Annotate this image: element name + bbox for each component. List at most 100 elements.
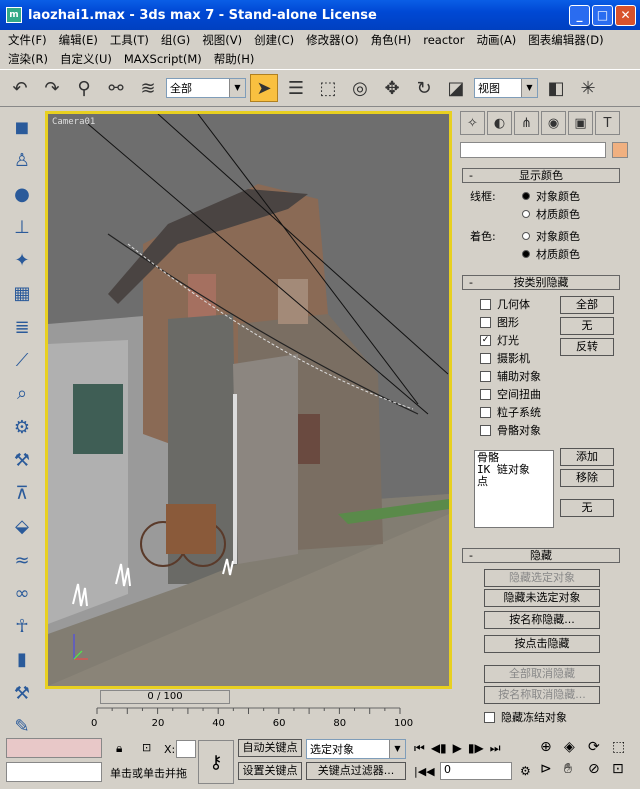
prev-frame-icon[interactable]: ◀▮ <box>431 741 447 756</box>
orbit-icon[interactable]: ⊘ <box>588 761 612 777</box>
hide-by-hit-button[interactable]: 按点击隐藏 <box>484 635 600 653</box>
menu-item[interactable]: 创建(C) <box>254 32 294 48</box>
goto-start-icon[interactable]: ⏮ <box>414 741 425 756</box>
menu-item[interactable]: 渲染(R) <box>8 51 48 67</box>
category-listbox[interactable]: 骨骼 IK 链对象点 <box>474 450 554 528</box>
shade-material-color-radio[interactable] <box>522 250 530 258</box>
stack-icon[interactable]: ≣ <box>8 314 36 341</box>
sphere-icon[interactable]: ● <box>8 181 36 208</box>
absolute-mode-icon[interactable]: ⊡ <box>142 741 151 754</box>
category-checkbox[interactable]: ✓ <box>480 334 491 346</box>
list-none-button[interactable]: 无 <box>560 499 614 517</box>
key-mode-icon[interactable]: |◀◀ <box>414 765 435 778</box>
hide-by-name-button[interactable]: 按名称隐藏... <box>484 611 600 629</box>
menu-item[interactable]: 编辑(E) <box>59 32 98 48</box>
rollout-header[interactable]: - 隐藏 <box>462 548 620 563</box>
select-object-icon[interactable]: ➤ <box>250 74 278 102</box>
hide-unselected-button[interactable]: 隐藏未选定对象 <box>484 589 600 607</box>
selection-filter-select[interactable]: 全部 ▼ <box>166 78 246 98</box>
hide-frozen-checkbox[interactable] <box>484 711 495 723</box>
current-frame-field[interactable]: 0 <box>440 762 512 780</box>
link-chain-icon[interactable]: ∞ <box>8 580 36 607</box>
shirt-icon[interactable]: ♙ <box>8 147 36 174</box>
track-bar[interactable]: 0 20 40 60 80 100 <box>45 706 457 736</box>
key-icon[interactable]: ⚷ <box>198 740 234 784</box>
wave-icon[interactable]: ≈ <box>8 546 36 573</box>
category-all-button[interactable]: 全部 <box>560 296 614 314</box>
close-button[interactable]: ✕ <box>615 5 636 26</box>
key-target-select[interactable]: 选定对象 ▼ <box>306 739 406 759</box>
menu-item[interactable]: MAXScript(M) <box>124 52 202 66</box>
field-of-view-icon[interactable]: ⊳ <box>540 761 564 777</box>
set-key-button[interactable]: 设置关键点 <box>238 762 302 780</box>
pan-icon[interactable]: ✋︎ <box>564 761 588 777</box>
wire-object-color-radio[interactable] <box>522 192 530 200</box>
category-checkbox[interactable] <box>480 424 491 436</box>
pivot-icon[interactable]: ◧ <box>542 74 570 102</box>
hide-selected-button[interactable]: 隐藏选定对象 <box>484 569 600 587</box>
phone-icon[interactable]: ▮ <box>8 646 36 673</box>
display-tab-icon[interactable]: ▣ <box>568 111 593 135</box>
auto-key-button[interactable]: 自动关键点 <box>238 739 302 757</box>
menu-item[interactable]: 视图(V) <box>202 32 242 48</box>
menu-item[interactable]: reactor <box>423 33 464 47</box>
category-checkbox[interactable] <box>480 316 491 328</box>
category-checkbox[interactable] <box>480 352 491 364</box>
hammer-icon[interactable]: ⚒ <box>8 680 36 707</box>
maximize-button[interactable]: □ <box>592 5 613 26</box>
maxscript-listener[interactable] <box>6 738 102 758</box>
x-coordinate-field[interactable] <box>176 740 196 758</box>
list-item[interactable]: 点 <box>477 476 551 488</box>
create-tab-icon[interactable]: ✧ <box>460 111 485 135</box>
checker-icon[interactable]: ▦ <box>8 280 36 307</box>
menu-item[interactable]: 工具(T) <box>110 32 149 48</box>
time-config-icon[interactable]: ⚙ <box>520 764 531 778</box>
menu-item[interactable]: 自定义(U) <box>60 51 112 67</box>
figure-icon[interactable]: ✦ <box>8 247 36 274</box>
minimize-button[interactable]: _ <box>569 5 590 26</box>
redo-icon[interactable]: ↷ <box>38 74 66 102</box>
bind-spacewarp-icon[interactable]: ≋ <box>134 74 162 102</box>
biped-icon[interactable]: ☥ <box>8 613 36 640</box>
menu-item[interactable]: 组(G) <box>161 32 190 48</box>
menu-item[interactable]: 修改器(O) <box>306 32 359 48</box>
scale-icon[interactable]: ◪ <box>442 74 470 102</box>
key-filters-button[interactable]: 关键点过滤器... <box>306 762 406 780</box>
shade-object-color-radio[interactable] <box>522 232 530 240</box>
next-frame-icon[interactable]: ▮▶ <box>468 741 484 756</box>
utilities-tab-icon[interactable]: T <box>595 111 620 135</box>
plane-icon[interactable]: ⊼ <box>8 480 36 507</box>
zoom-extents-all-icon[interactable]: ⬚ <box>612 739 636 755</box>
motion-tab-icon[interactable]: ◉ <box>541 111 566 135</box>
play-icon[interactable]: ▶ <box>453 741 462 756</box>
unlink-icon[interactable]: ⚯ <box>102 74 130 102</box>
zoom-all-icon[interactable]: ◈ <box>564 739 588 755</box>
category-checkbox[interactable] <box>480 388 491 400</box>
camera-viewport[interactable]: Camera01 <box>45 111 452 689</box>
window-crossing-icon[interactable]: ◎ <box>346 74 374 102</box>
hierarchy-tab-icon[interactable]: ⋔ <box>514 111 539 135</box>
menu-item[interactable]: 文件(F) <box>8 32 47 48</box>
time-slider[interactable]: 0 / 100 <box>100 690 230 704</box>
link-icon[interactable]: ⚲ <box>70 74 98 102</box>
category-invert-button[interactable]: 反转 <box>560 338 614 356</box>
wire-material-color-radio[interactable] <box>522 210 530 218</box>
menu-item[interactable]: 动画(A) <box>476 32 516 48</box>
remove-button[interactable]: 移除 <box>560 469 614 487</box>
modify-tab-icon[interactable]: ◐ <box>487 111 512 135</box>
goto-end-icon[interactable]: ⏭ <box>490 741 501 756</box>
move-icon[interactable]: ✥ <box>378 74 406 102</box>
tool-icon[interactable]: ⚒ <box>8 447 36 474</box>
zoom-extents-icon[interactable]: ⟳ <box>588 739 612 755</box>
zoom-icon[interactable]: ⊕ <box>540 739 564 755</box>
bone-icon[interactable]: ⟋ <box>8 347 36 374</box>
reference-coord-select[interactable]: 视图 ▼ <box>474 78 538 98</box>
gear-icon[interactable]: ⚙ <box>8 413 36 440</box>
list-item[interactable]: IK 链对象 <box>477 464 551 476</box>
rollout-header[interactable]: - 按类别隐藏 <box>462 275 620 290</box>
category-checkbox[interactable] <box>480 406 491 418</box>
category-checkbox[interactable] <box>480 298 491 310</box>
add-button[interactable]: 添加 <box>560 448 614 466</box>
min-max-toggle-icon[interactable]: ⊡ <box>612 761 636 777</box>
box-icon[interactable]: ◼ <box>8 114 36 141</box>
